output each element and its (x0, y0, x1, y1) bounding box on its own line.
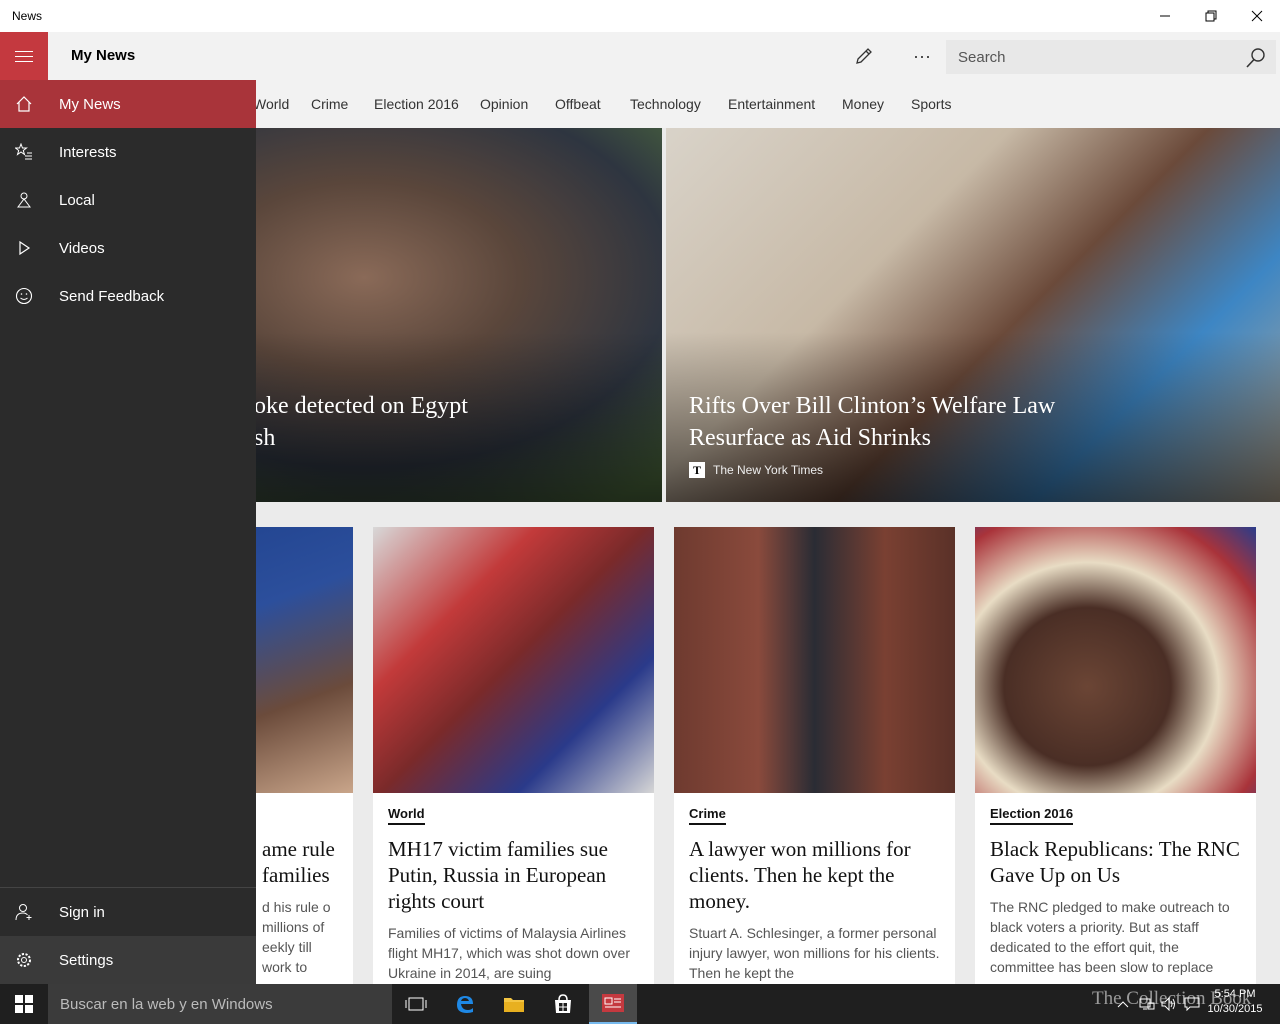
more-icon: ··· (913, 45, 931, 66)
news-card[interactable]: Election 2016 Black Republicans: The RNC… (975, 527, 1256, 984)
start-button[interactable] (0, 984, 48, 1024)
page-title: My News (71, 47, 136, 64)
store-icon (555, 994, 571, 1013)
nav-item-my-news[interactable]: My News (0, 80, 256, 128)
news-card[interactable]: Crime A lawyer won millions for clients.… (674, 527, 955, 984)
tab-sports[interactable]: Sports (911, 96, 951, 112)
search-button[interactable] (1244, 46, 1268, 70)
card-title: Black Republicans: The RNC Gave Up on Us (990, 837, 1240, 887)
card-title: MH17 victim families sue Putin, Russia i… (388, 837, 608, 913)
play-icon (0, 224, 48, 272)
hamburger-icon (15, 50, 33, 52)
more-button[interactable]: ··· (898, 32, 946, 80)
hero-story[interactable]: Rifts Over Bill Clinton’s Welfare Law Re… (666, 128, 1280, 502)
minimize-button[interactable] (1142, 0, 1188, 32)
star-list-icon (0, 128, 48, 176)
search-icon (1246, 48, 1265, 68)
tab-technology[interactable]: Technology (630, 96, 701, 112)
windows-logo-icon (15, 995, 33, 1013)
card-category[interactable]: Crime (689, 806, 726, 825)
tab-world[interactable]: World (253, 96, 289, 112)
tab-entertainment[interactable]: Entertainment (728, 96, 815, 112)
card-category[interactable]: World (388, 806, 425, 825)
local-icon (0, 176, 48, 224)
close-button[interactable] (1234, 0, 1280, 32)
search-box (946, 40, 1276, 74)
action-center-icon (1184, 997, 1200, 1011)
volume-icon (1161, 997, 1175, 1011)
nav-item-sign-in[interactable]: Sign in (0, 888, 256, 936)
task-view-button[interactable] (392, 984, 440, 1024)
person-add-icon (0, 888, 48, 936)
app-bar: My News ··· (0, 32, 1280, 80)
tab-crime[interactable]: Crime (311, 96, 348, 112)
tab-money[interactable]: Money (842, 96, 884, 112)
source-label: The New York Times (713, 463, 824, 477)
taskbar-search (48, 984, 392, 1024)
card-image (373, 527, 654, 793)
edge-icon (457, 996, 473, 1013)
home-icon (0, 80, 48, 128)
store-button[interactable] (539, 984, 587, 1024)
nav-item-local[interactable]: Local (0, 176, 256, 224)
clock-time: 5:54 PM (1214, 988, 1256, 1000)
close-icon (1251, 10, 1263, 22)
nav-item-videos[interactable]: Videos (0, 224, 256, 272)
hamburger-menu-button[interactable] (0, 32, 48, 80)
card-image (975, 527, 1256, 793)
pencil-icon (856, 48, 872, 64)
nav-item-interests[interactable]: Interests (0, 128, 256, 176)
hero-title: Rifts Over Bill Clinton’s Welfare Law Re… (689, 393, 1056, 451)
card-summary: Stuart A. Schlesinger, a former personal… (689, 925, 940, 981)
card-title: A lawyer won millions for clients. Then … (689, 837, 911, 913)
news-app-button[interactable] (589, 984, 637, 1024)
tray-overflow-button[interactable] (1112, 984, 1134, 1024)
restore-icon (1205, 10, 1217, 22)
news-card[interactable]: World MH17 victim families sue Putin, Ru… (373, 527, 654, 984)
edit-button[interactable] (840, 32, 888, 80)
card-title: ame rule families (262, 837, 335, 887)
chevron-up-icon (1117, 1001, 1129, 1008)
nav-item-send-feedback[interactable]: Send Feedback (0, 272, 256, 320)
smiley-icon (0, 272, 48, 320)
card-category[interactable]: Election 2016 (990, 806, 1074, 825)
card-summary: Families of victims of Malaysia Airlines… (388, 925, 630, 981)
navigation-drawer: My News Interests Local Videos Send Feed… (0, 80, 256, 984)
tab-opinion[interactable]: Opinion (480, 96, 528, 112)
gear-icon (0, 936, 48, 984)
news-app-icon (602, 994, 624, 1012)
nyt-logo-icon: T (689, 462, 705, 478)
hero-title: oke detected on Egypt sh (254, 393, 468, 451)
nav-item-settings[interactable]: Settings (0, 936, 256, 984)
file-explorer-button[interactable] (490, 984, 538, 1024)
card-summary: The RNC pledged to make outreach to blac… (990, 899, 1230, 975)
card-image (674, 527, 955, 793)
minimize-icon (1160, 15, 1170, 17)
tab-election-2016[interactable]: Election 2016 (374, 96, 459, 112)
taskbar-search-input[interactable] (48, 984, 392, 1024)
title-bar: News (0, 0, 1280, 32)
volume-button[interactable] (1158, 984, 1180, 1024)
folder-icon (504, 998, 524, 1012)
search-input[interactable] (946, 40, 1236, 74)
tab-offbeat[interactable]: Offbeat (555, 96, 601, 112)
task-view-icon (405, 997, 427, 1011)
edge-button[interactable] (441, 984, 489, 1024)
clock-date: 10/30/2015 (1207, 1003, 1263, 1015)
app-title: News (12, 9, 43, 23)
taskbar: The Collection Book 5:54 PM 10/30/2015 (0, 984, 1280, 1024)
network-icon (1139, 998, 1155, 1010)
card-summary: d his rule o millions of eekly till work… (262, 899, 331, 975)
network-button[interactable] (1136, 984, 1158, 1024)
restore-button[interactable] (1188, 0, 1234, 32)
action-center-button[interactable] (1182, 984, 1202, 1024)
hero-source: T The New York Times (689, 462, 823, 478)
clock[interactable]: 5:54 PM 10/30/2015 (1200, 987, 1270, 1017)
